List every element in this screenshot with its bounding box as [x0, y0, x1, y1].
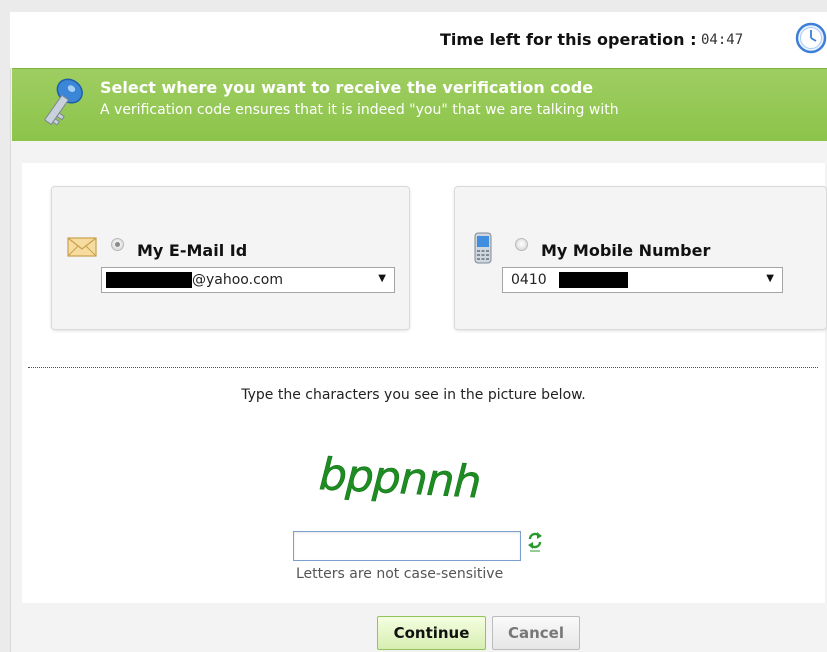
mobile-select-value: 0410	[511, 272, 547, 288]
captcha-text: bppnnh	[318, 449, 482, 508]
banner-title: Select where you want to receive the ver…	[100, 78, 594, 97]
email-select[interactable]: @yahoo.com ▼	[101, 267, 395, 293]
cancel-button[interactable]: Cancel	[492, 616, 580, 650]
mobile-phone-icon	[474, 232, 492, 264]
timer-value: 04:47	[701, 32, 744, 48]
redacted-block	[559, 272, 628, 288]
mobile-option-label[interactable]: My Mobile Number	[541, 241, 710, 260]
email-select-value: @yahoo.com	[192, 272, 283, 288]
captcha-instruction: Type the characters you see in the pictu…	[241, 387, 586, 403]
banner-subtitle: A verification code ensures that it is i…	[100, 102, 619, 118]
email-radio[interactable]	[111, 238, 124, 251]
captcha-input[interactable]	[293, 531, 521, 561]
mobile-radio[interactable]	[515, 238, 528, 251]
dropdown-caret-icon: ▼	[378, 273, 386, 284]
email-option-label[interactable]: My E-Mail Id	[137, 241, 247, 260]
envelope-icon	[67, 237, 97, 257]
dropdown-caret-icon: ▼	[766, 273, 774, 284]
separator	[28, 367, 818, 368]
case-sensitivity-note: Letters are not case-sensitive	[296, 566, 504, 582]
captcha-image: bppnnh	[318, 449, 483, 509]
continue-button[interactable]: Continue	[377, 616, 486, 650]
key-icon	[43, 78, 83, 126]
redacted-block	[106, 272, 192, 288]
timer-label: Time left for this operation :	[440, 30, 697, 49]
refresh-icon[interactable]	[527, 530, 543, 552]
clock-icon	[795, 22, 827, 54]
mobile-select[interactable]: 0410 ▼	[502, 267, 783, 293]
